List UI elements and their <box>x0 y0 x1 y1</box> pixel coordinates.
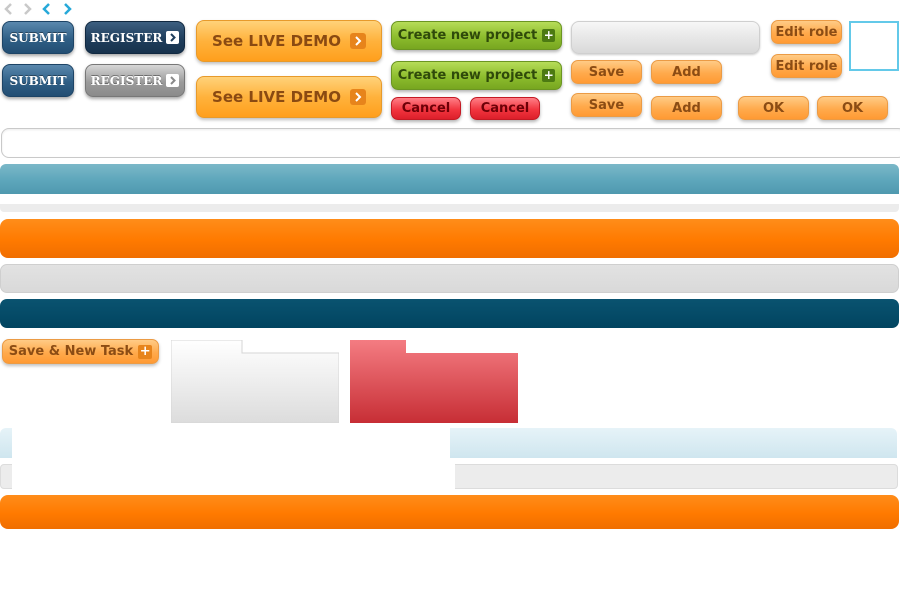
orange-bar <box>0 219 899 258</box>
bar-cutout <box>12 428 450 458</box>
ok-button[interactable]: OK <box>738 96 809 120</box>
ok-button[interactable]: OK <box>817 96 888 120</box>
gray-bar <box>0 264 899 293</box>
folder-tab-red <box>350 340 518 423</box>
register-label: REGISTER <box>90 73 163 88</box>
save-button[interactable]: Save <box>571 60 642 84</box>
add-button[interactable]: Add <box>651 60 722 84</box>
cancel-button[interactable]: Cancel <box>391 97 461 120</box>
submit-label: SUBMIT <box>9 30 67 45</box>
submit-button[interactable]: SUBMIT <box>2 64 74 97</box>
folder-tab-white <box>170 339 340 424</box>
register-button[interactable]: REGISTER <box>85 21 185 54</box>
edit-role-button[interactable]: Edit role <box>771 54 842 78</box>
teal-header-bar <box>0 164 899 194</box>
edit-role-button[interactable]: Edit role <box>771 20 842 44</box>
chevron-right-box-icon <box>349 33 366 49</box>
add-label: Add <box>672 100 701 116</box>
register-label: REGISTER <box>90 30 163 45</box>
add-button[interactable]: Add <box>651 96 722 120</box>
chevron-right-box-icon <box>166 74 180 87</box>
ok-label: OK <box>841 100 864 116</box>
dark-teal-bar <box>0 299 899 328</box>
register-button[interactable]: REGISTER <box>85 64 185 97</box>
save-new-task-button[interactable]: Save & New Task + <box>2 339 159 364</box>
divider <box>0 204 899 212</box>
cancel-label: Cancel <box>401 101 451 116</box>
add-label: Add <box>672 64 701 80</box>
submit-label: SUBMIT <box>9 73 67 88</box>
see-live-demo-label: See LIVE DEMO <box>212 32 341 50</box>
edit-role-label: Edit role <box>775 24 838 40</box>
chevron-left-icon[interactable] <box>40 2 54 16</box>
chevron-left-icon[interactable] <box>2 2 16 16</box>
wide-text-input[interactable] <box>1 128 900 158</box>
save-label: Save <box>588 97 625 113</box>
bar-cutout <box>12 464 455 489</box>
cancel-button[interactable]: Cancel <box>470 97 540 120</box>
save-new-task-label: Save & New Task <box>8 344 134 359</box>
create-new-project-button[interactable]: Create new project + <box>391 61 562 90</box>
save-label: Save <box>588 64 625 80</box>
create-new-project-label: Create new project <box>397 68 538 83</box>
submit-button[interactable]: SUBMIT <box>2 21 74 54</box>
orange-bar <box>0 495 899 529</box>
cancel-label: Cancel <box>480 101 530 116</box>
chevron-right-box-icon <box>349 89 366 105</box>
plus-box-icon: + <box>542 28 556 42</box>
see-live-demo-button[interactable]: See LIVE DEMO <box>196 20 382 62</box>
chevron-right-box-icon <box>166 31 180 44</box>
text-input[interactable] <box>571 21 760 54</box>
edit-role-label: Edit role <box>775 58 838 74</box>
chevron-right-icon[interactable] <box>20 2 34 16</box>
see-live-demo-button[interactable]: See LIVE DEMO <box>196 76 382 118</box>
see-live-demo-label: See LIVE DEMO <box>212 88 341 106</box>
create-new-project-button[interactable]: Create new project + <box>391 21 562 50</box>
chevron-right-icon[interactable] <box>60 2 74 16</box>
plus-box-icon: + <box>138 343 153 359</box>
ok-label: OK <box>762 100 785 116</box>
create-new-project-label: Create new project <box>397 28 538 43</box>
selection-box[interactable] <box>849 21 899 71</box>
plus-box-icon: + <box>542 68 556 82</box>
save-button[interactable]: Save <box>571 93 642 117</box>
